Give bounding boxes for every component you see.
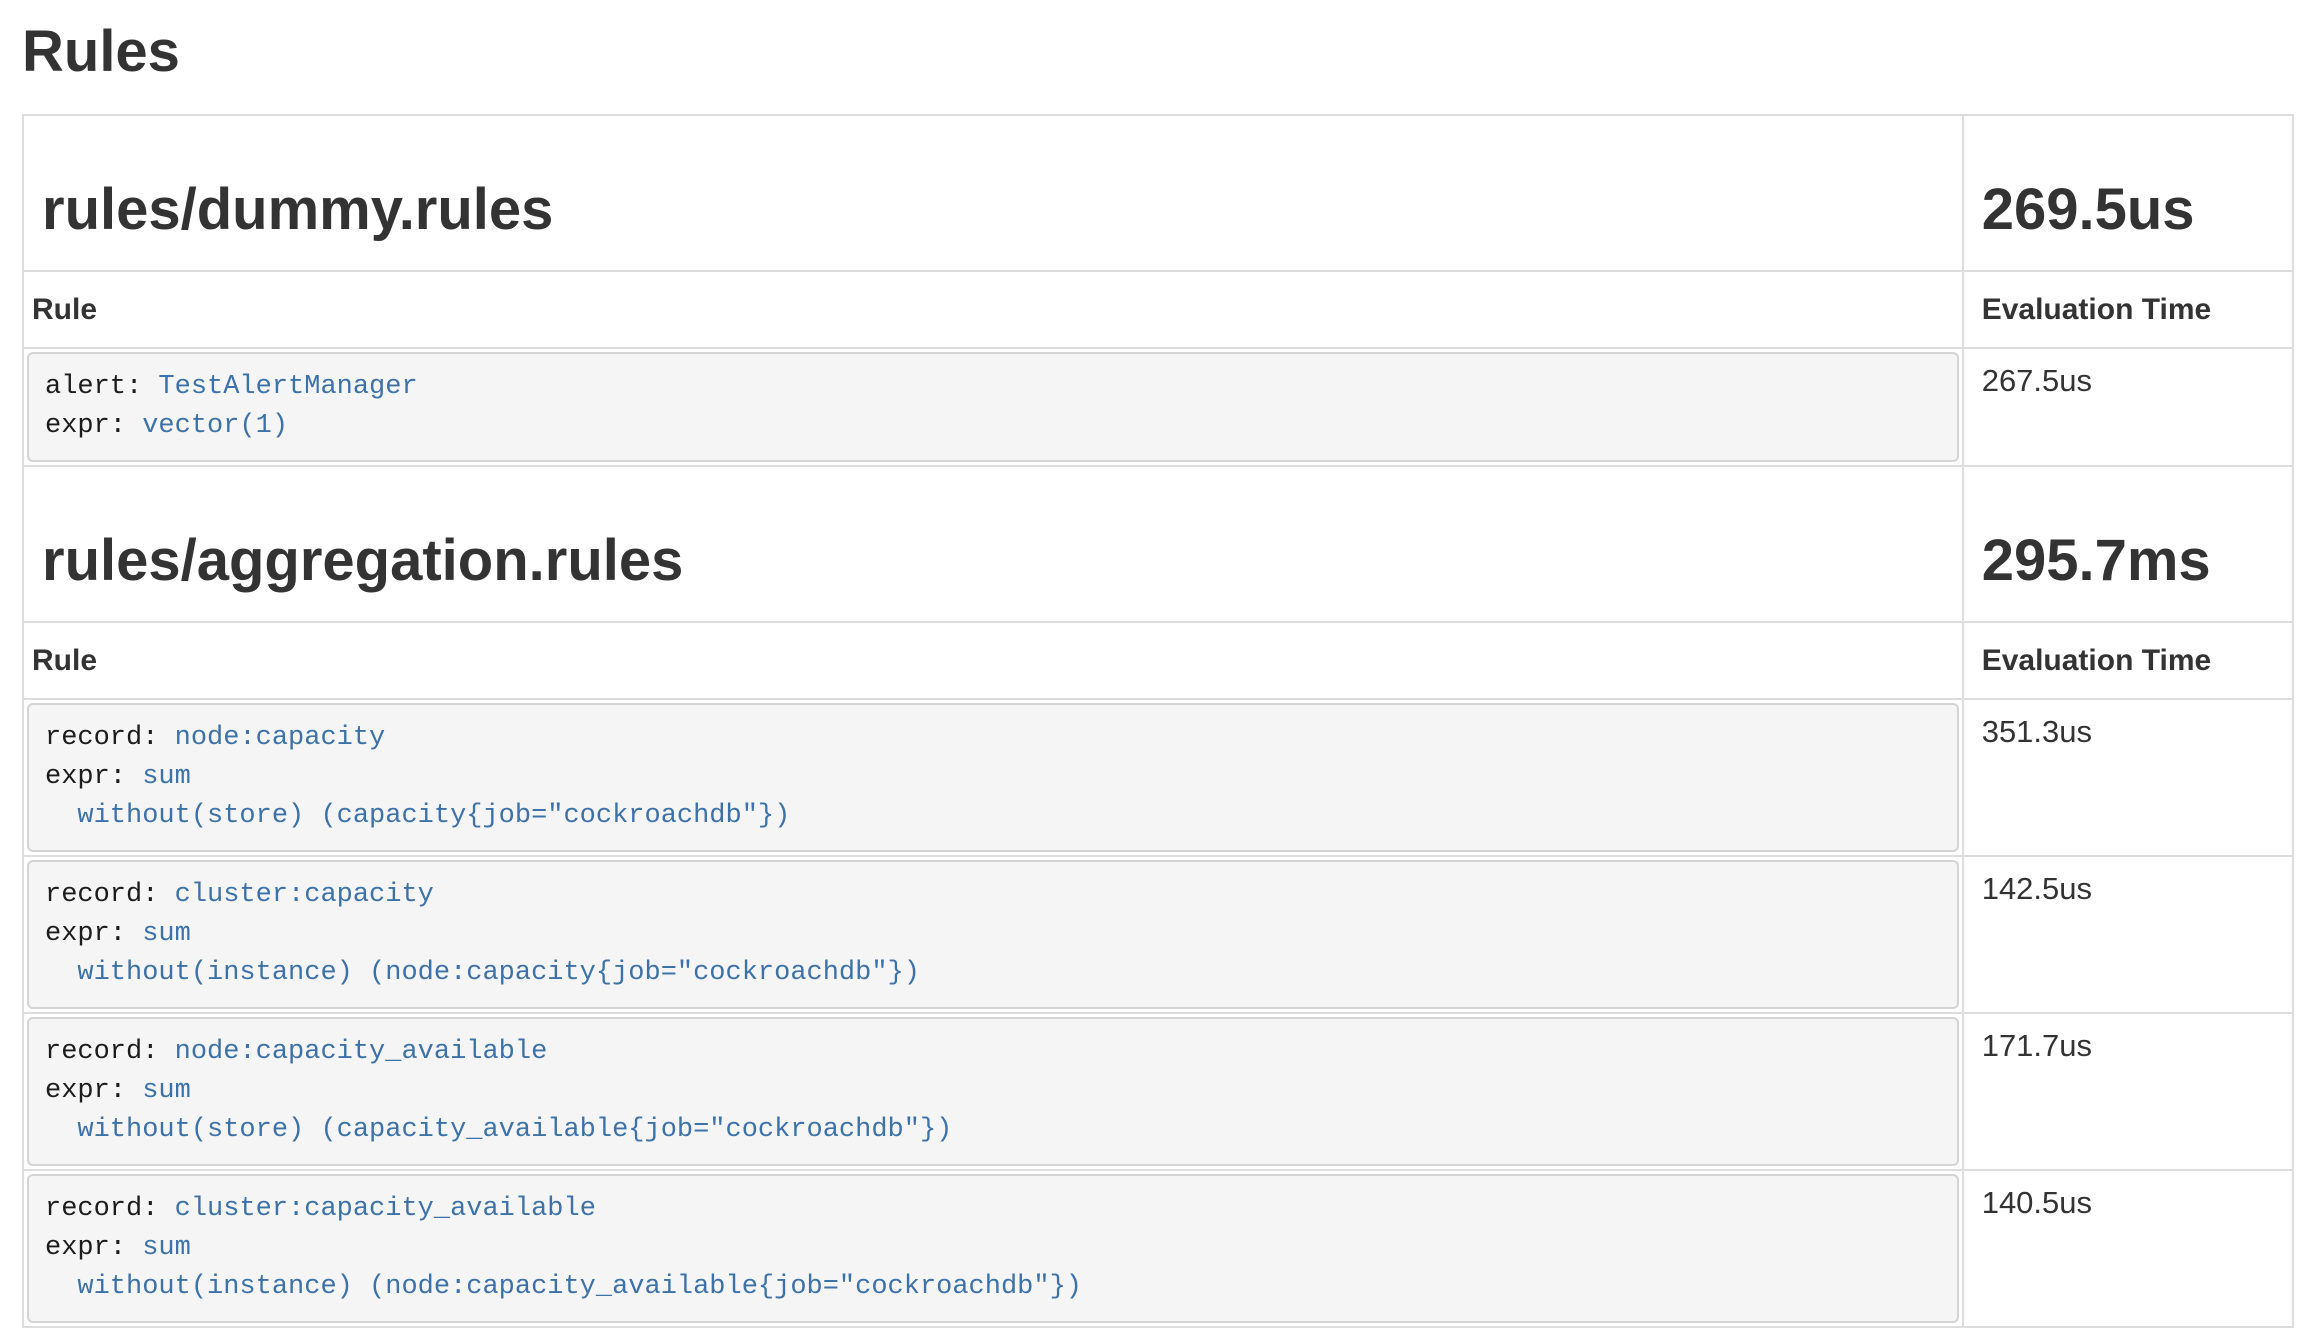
rule-keyword: record: <box>45 1037 175 1067</box>
rule-row: record: cluster:capacity expr: sum witho… <box>23 856 2293 1013</box>
rule-line: record: cluster:capacity_available <box>45 1190 1941 1229</box>
rule-line: record: cluster:capacity <box>45 876 1941 915</box>
rule-keyword: expr: <box>45 1233 142 1263</box>
rule-cell: record: cluster:capacity expr: sum witho… <box>23 856 1963 1013</box>
rule-group-name: rules/aggregation.rules <box>42 529 1944 593</box>
rule-cell: record: node:capacity_available expr: su… <box>23 1013 1963 1170</box>
rule-name-link[interactable]: TestAlertManager <box>158 372 417 402</box>
rule-group-time-cell: 295.7ms <box>1963 466 2293 622</box>
rule-column-header: Rule <box>23 271 1963 348</box>
page-title: Rules <box>22 20 2294 84</box>
rule-expr-link[interactable]: sum <box>142 919 191 949</box>
rule-line: expr: sum <box>45 915 1941 954</box>
rule-row: record: node:capacity expr: sum without(… <box>23 699 2293 856</box>
rules-table: rules/dummy.rules 269.5us Rule Evaluatio… <box>22 114 2294 1328</box>
rule-row: record: node:capacity_available expr: su… <box>23 1013 2293 1170</box>
rule-group-eval-time: 269.5us <box>1982 178 2274 242</box>
eval-time-cell: 142.5us <box>1963 856 2293 1013</box>
column-header-row: Rule Evaluation Time <box>23 622 2293 699</box>
rule-group-row: rules/dummy.rules 269.5us <box>23 115 2293 271</box>
rule-group-header-cell: rules/aggregation.rules <box>23 466 1963 622</box>
rule-keyword: alert: <box>45 372 158 402</box>
rule-expr-link[interactable]: vector(1) <box>142 411 288 441</box>
rule-expr-continuation[interactable]: without(store) (capacity_available{job="… <box>45 1111 1941 1150</box>
eval-time-cell: 351.3us <box>1963 699 2293 856</box>
column-header-row: Rule Evaluation Time <box>23 271 2293 348</box>
eval-time-column-header: Evaluation Time <box>1963 622 2293 699</box>
rule-name-link[interactable]: cluster:capacity <box>175 880 434 910</box>
rule-expr-continuation[interactable]: without(instance) (node:capacity_availab… <box>45 1268 1941 1307</box>
rule-cell: alert: TestAlertManager expr: vector(1) <box>23 348 1963 466</box>
eval-time-column-header: Evaluation Time <box>1963 271 2293 348</box>
rule-keyword: expr: <box>45 411 142 441</box>
rule-line: expr: sum <box>45 758 1941 797</box>
rule-line: alert: TestAlertManager <box>45 368 1941 407</box>
rule-expr-continuation[interactable]: without(store) (capacity{job="cockroachd… <box>45 797 1941 836</box>
rule-keyword: expr: <box>45 919 142 949</box>
rule-keyword: record: <box>45 1194 175 1224</box>
rule-expr-link[interactable]: sum <box>142 762 191 792</box>
eval-time-cell: 267.5us <box>1963 348 2293 466</box>
rule-column-header: Rule <box>23 622 1963 699</box>
rule-line: expr: sum <box>45 1229 1941 1268</box>
rule-line: expr: vector(1) <box>45 407 1941 446</box>
eval-time-cell: 140.5us <box>1963 1170 2293 1327</box>
eval-time-cell: 171.7us <box>1963 1013 2293 1170</box>
rule-definition: record: node:capacity expr: sum without(… <box>27 703 1959 852</box>
rule-group-time-cell: 269.5us <box>1963 115 2293 271</box>
rule-group-eval-time: 295.7ms <box>1982 529 2274 593</box>
rule-expr-link[interactable]: sum <box>142 1076 191 1106</box>
rule-group-row: rules/aggregation.rules 295.7ms <box>23 466 2293 622</box>
rule-definition: record: node:capacity_available expr: su… <box>27 1017 1959 1166</box>
rule-group-header-cell: rules/dummy.rules <box>23 115 1963 271</box>
rule-group-name: rules/dummy.rules <box>42 178 1944 242</box>
rule-keyword: record: <box>45 880 175 910</box>
rule-line: record: node:capacity_available <box>45 1033 1941 1072</box>
rule-definition: alert: TestAlertManager expr: vector(1) <box>27 352 1959 462</box>
rule-expr-continuation[interactable]: without(instance) (node:capacity{job="co… <box>45 954 1941 993</box>
rule-cell: record: cluster:capacity_available expr:… <box>23 1170 1963 1327</box>
rule-expr-link[interactable]: sum <box>142 1233 191 1263</box>
rule-definition: record: cluster:capacity expr: sum witho… <box>27 860 1959 1009</box>
rule-row: record: cluster:capacity_available expr:… <box>23 1170 2293 1327</box>
rule-cell: record: node:capacity expr: sum without(… <box>23 699 1963 856</box>
rule-name-link[interactable]: cluster:capacity_available <box>175 1194 596 1224</box>
rule-definition: record: cluster:capacity_available expr:… <box>27 1174 1959 1323</box>
rule-name-link[interactable]: node:capacity <box>175 723 386 753</box>
rule-name-link[interactable]: node:capacity_available <box>175 1037 548 1067</box>
page-container: Rules rules/dummy.rules 269.5us Rule Eva… <box>0 20 2316 1328</box>
rule-line: record: node:capacity <box>45 719 1941 758</box>
rule-keyword: record: <box>45 723 175 753</box>
rule-keyword: expr: <box>45 762 142 792</box>
rule-keyword: expr: <box>45 1076 142 1106</box>
rule-line: expr: sum <box>45 1072 1941 1111</box>
rule-row: alert: TestAlertManager expr: vector(1) … <box>23 348 2293 466</box>
